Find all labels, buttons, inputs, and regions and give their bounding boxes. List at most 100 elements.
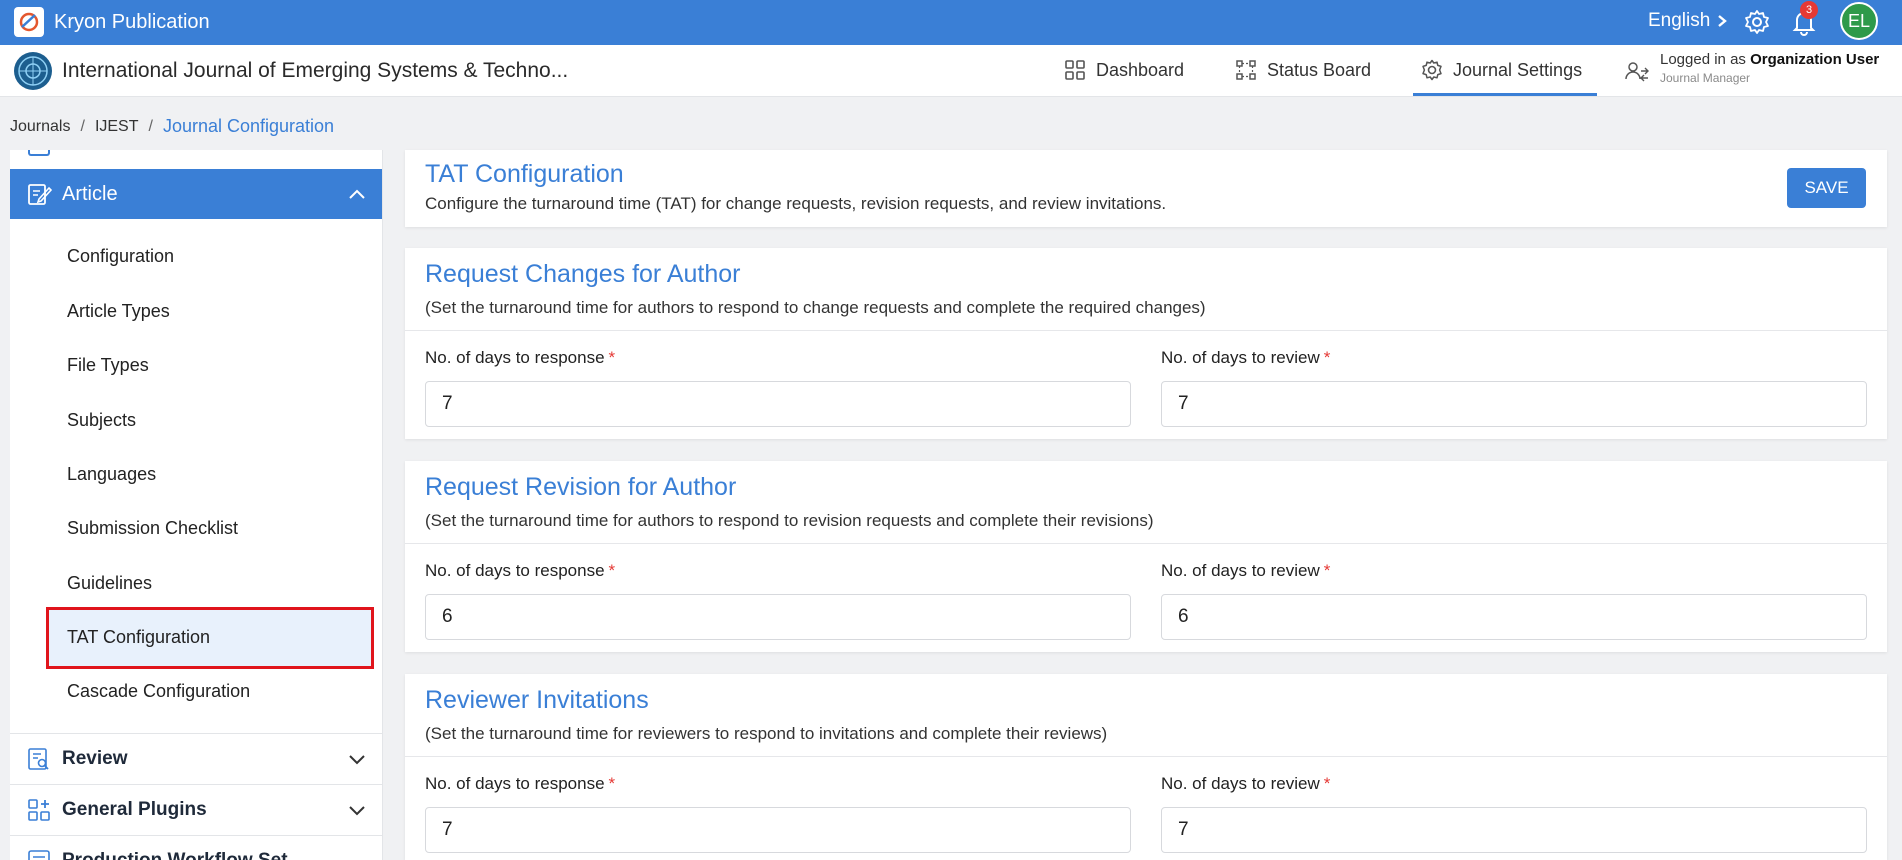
section-title: Reviewer Invitations bbox=[425, 686, 649, 714]
language-label: English bbox=[1648, 10, 1711, 31]
section-description: (Set the turnaround time for authors to … bbox=[425, 511, 1154, 530]
nav-status-board[interactable]: Status Board bbox=[1235, 59, 1371, 81]
logged-in-prefix: Logged in as bbox=[1660, 51, 1746, 68]
sidebar-item-tat-configuration[interactable]: TAT Configuration bbox=[67, 627, 210, 648]
nav-active-indicator bbox=[1413, 93, 1597, 96]
required-marker: * bbox=[608, 348, 616, 367]
sidebar-section-review[interactable]: Review bbox=[10, 733, 382, 783]
sidebar-section-article-label: Article bbox=[62, 182, 118, 205]
logged-in-text: Logged in as Organization User bbox=[1660, 51, 1879, 68]
language-selector[interactable]: English bbox=[1648, 10, 1728, 32]
nav-status-board-label: Status Board bbox=[1267, 59, 1372, 80]
journal-title: International Journal of Emerging System… bbox=[62, 59, 569, 82]
avatar[interactable]: EL bbox=[1840, 2, 1878, 40]
review-days-label: No. of days to review * bbox=[1161, 348, 1330, 368]
section-title: Request Changes for Author bbox=[425, 260, 741, 288]
sidebar-item-subjects[interactable]: Subjects bbox=[67, 410, 136, 431]
chevron-right-icon bbox=[1718, 15, 1728, 27]
logged-in-role: Journal Manager bbox=[1660, 71, 1751, 85]
breadcrumb-current: Journal Configuration bbox=[162, 116, 335, 136]
section-reviewer-invitations: Reviewer Invitations (Set the turnaround… bbox=[405, 674, 1887, 860]
brand[interactable]: Kryon Publication bbox=[14, 7, 210, 37]
required-marker: * bbox=[1323, 774, 1331, 793]
sidebar-section-general-plugins-label: General Plugins bbox=[62, 798, 207, 820]
sidebar-section-production-workflow[interactable]: Production Workflow Set... bbox=[10, 835, 382, 860]
page-description: Configure the turnaround time (TAT) for … bbox=[425, 194, 1167, 213]
nav-dashboard[interactable]: Dashboard bbox=[1064, 59, 1184, 81]
sidebar-item-file-types[interactable]: File Types bbox=[67, 355, 149, 376]
review-days-input[interactable]: 7 bbox=[1161, 807, 1867, 853]
breadcrumb-ijest[interactable]: IJEST bbox=[95, 118, 139, 136]
response-days-label-text: No. of days to response bbox=[425, 348, 605, 367]
review-days-label: No. of days to review * bbox=[1161, 561, 1330, 581]
sidebar: Article Configuration Article Types File… bbox=[10, 150, 383, 860]
sidebar-section-review-label: Review bbox=[62, 747, 128, 769]
sidebar-section-article[interactable]: Article bbox=[10, 169, 382, 219]
section-divider bbox=[405, 543, 1887, 544]
scrolled-item-icon bbox=[28, 150, 50, 156]
logged-in-user[interactable]: Logged in as Organization User Journal M… bbox=[1624, 51, 1879, 85]
review-days-label-text: No. of days to review bbox=[1161, 348, 1320, 367]
response-days-label: No. of days to response * bbox=[425, 561, 615, 581]
section-divider bbox=[405, 756, 1887, 757]
sidebar-section-general-plugins[interactable]: General Plugins bbox=[10, 784, 382, 834]
gear-icon[interactable] bbox=[1744, 9, 1770, 35]
brand-name: Kryon Publication bbox=[54, 10, 210, 33]
required-marker: * bbox=[608, 774, 616, 793]
plugins-grid-icon bbox=[28, 798, 50, 821]
section-description: (Set the turnaround time for authors to … bbox=[425, 298, 1206, 317]
journal-logo-icon bbox=[14, 52, 52, 90]
response-days-label-text: No. of days to response bbox=[425, 774, 605, 793]
nav-dashboard-label: Dashboard bbox=[1096, 59, 1185, 80]
chevron-down-icon bbox=[349, 755, 365, 765]
nav-journal-settings-label: Journal Settings bbox=[1453, 59, 1583, 80]
sidebar-item-article-types[interactable]: Article Types bbox=[67, 301, 170, 322]
required-marker: * bbox=[1323, 348, 1331, 367]
response-days-label: No. of days to response * bbox=[425, 348, 615, 368]
section-request-changes: Request Changes for Author (Set the turn… bbox=[405, 248, 1887, 439]
review-document-icon bbox=[28, 747, 49, 770]
review-days-input[interactable]: 7 bbox=[1161, 381, 1867, 427]
sidebar-item-cascade-configuration[interactable]: Cascade Configuration bbox=[67, 681, 250, 702]
response-days-input[interactable]: 7 bbox=[425, 381, 1131, 427]
section-description: (Set the turnaround time for reviewers t… bbox=[425, 724, 1108, 743]
chevron-up-icon bbox=[349, 189, 365, 199]
required-marker: * bbox=[608, 561, 616, 580]
response-days-input[interactable]: 6 bbox=[425, 594, 1131, 640]
page-header-card: TAT Configuration Configure the turnarou… bbox=[405, 150, 1887, 227]
logged-in-username: Organization User bbox=[1750, 51, 1880, 68]
response-days-label-text: No. of days to response bbox=[425, 561, 605, 580]
save-button[interactable]: SAVE bbox=[1787, 168, 1866, 208]
flow-board-icon bbox=[1236, 60, 1256, 80]
nav-journal-settings[interactable]: Journal Settings bbox=[1421, 59, 1582, 81]
top-bar: Kryon Publication English 3 EL bbox=[0, 0, 1902, 45]
breadcrumb: Journals / IJEST / Journal Configuration bbox=[10, 116, 334, 137]
gear-icon bbox=[1422, 59, 1442, 81]
review-days-input[interactable]: 6 bbox=[1161, 594, 1867, 640]
user-switch-icon bbox=[1625, 62, 1649, 82]
sidebar-section-production-workflow-label: Production Workflow Set... bbox=[62, 849, 304, 860]
sidebar-item-configuration[interactable]: Configuration bbox=[67, 246, 174, 267]
review-days-label: No. of days to review * bbox=[1161, 774, 1330, 794]
page-title: TAT Configuration bbox=[425, 160, 624, 188]
brand-logo-icon bbox=[14, 7, 44, 37]
chevron-down-icon bbox=[349, 806, 365, 816]
breadcrumb-separator: / bbox=[148, 117, 153, 135]
edit-document-icon bbox=[28, 184, 52, 205]
journal-header: International Journal of Emerging System… bbox=[0, 45, 1902, 97]
response-days-input[interactable]: 7 bbox=[425, 807, 1131, 853]
required-marker: * bbox=[1323, 561, 1331, 580]
workflow-icon bbox=[28, 849, 50, 860]
section-title: Request Revision for Author bbox=[425, 473, 737, 501]
response-days-label: No. of days to response * bbox=[425, 774, 615, 794]
review-days-label-text: No. of days to review bbox=[1161, 774, 1320, 793]
review-days-label-text: No. of days to review bbox=[1161, 561, 1320, 580]
sidebar-item-languages[interactable]: Languages bbox=[67, 464, 156, 485]
notification-badge: 3 bbox=[1800, 1, 1818, 19]
sidebar-item-guidelines[interactable]: Guidelines bbox=[67, 573, 152, 594]
breadcrumb-separator: / bbox=[80, 117, 85, 135]
sidebar-item-submission-checklist[interactable]: Submission Checklist bbox=[67, 518, 238, 539]
section-request-revision: Request Revision for Author (Set the tur… bbox=[405, 461, 1887, 652]
section-divider bbox=[405, 330, 1887, 331]
breadcrumb-journals[interactable]: Journals bbox=[10, 118, 70, 136]
